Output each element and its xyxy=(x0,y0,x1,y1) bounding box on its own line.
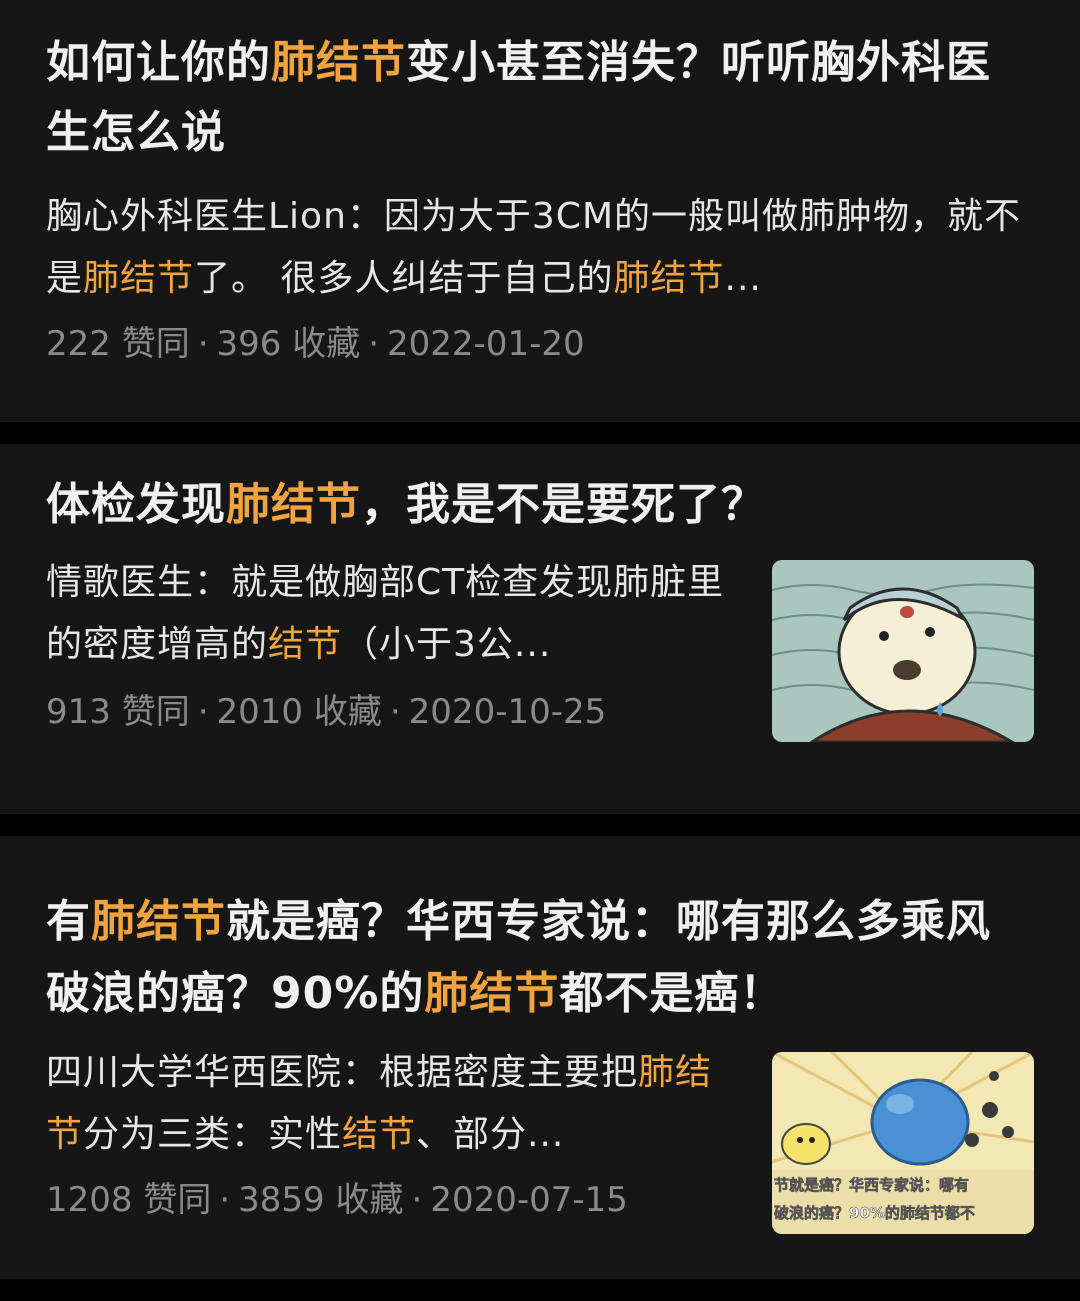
excerpt-highlight: 肺结节 xyxy=(83,258,195,299)
title-text: 都不是癌！ xyxy=(559,968,785,1019)
item-title[interactable]: 有肺结节就是癌？华西专家说：哪有那么多乘风破浪的癌？90%的肺结节都不是癌！ xyxy=(46,886,1034,1030)
item-meta: 1208 赞同 · 3859 收藏 · 2020-07-15 xyxy=(46,1172,746,1228)
title-highlight: 肺结节 xyxy=(226,479,361,530)
item-divider xyxy=(0,1279,1080,1301)
feed-item[interactable]: 体检发现肺结节，我是不是要死了？ 情歌医生：就是做胸部CT检查发现肺脏里的密度增… xyxy=(0,444,1080,814)
excerpt-text: 四川大学华西医院：根据密度主要把 xyxy=(46,1052,639,1093)
answer-feed: 如何让你的肺结节变小甚至消失？听听胸外科医生怎么说 胸心外科医生Lion：因为大… xyxy=(0,0,1080,1301)
thumbnail-caption-line: 破浪的癌？90%的肺结节都不 xyxy=(774,1204,975,1222)
item-divider xyxy=(0,422,1080,444)
excerpt-text: 、部分... xyxy=(416,1114,565,1155)
item-meta: 222 赞同 · 396 收藏 · 2022-01-20 xyxy=(46,316,1034,372)
meta-separator: · xyxy=(368,324,380,364)
excerpt-text: 分为三类：实性 xyxy=(83,1114,343,1155)
likes-count: 913 赞同 xyxy=(46,692,190,732)
excerpt-highlight: 结节 xyxy=(268,624,343,665)
meta-separator: · xyxy=(197,692,209,732)
likes-count: 1208 赞同 xyxy=(46,1180,212,1220)
meta-separator: · xyxy=(389,692,401,732)
cartoon-character-image xyxy=(772,560,1034,742)
excerpt-text: ... xyxy=(724,258,762,299)
item-meta: 913 赞同 · 2010 收藏 · 2020-10-25 xyxy=(46,684,746,740)
excerpt-text: 了。 很多人纠结于自己的 xyxy=(194,258,614,299)
thumbnail-caption-line: 节就是癌？华西专家说：哪有 xyxy=(774,1176,969,1194)
meta-separator: · xyxy=(197,324,209,364)
meta-separator: · xyxy=(411,1180,423,1220)
item-excerpt[interactable]: 胸心外科医生Lion：因为大于3CM的一般叫做肺肿物，就不是肺结节了。 很多人纠… xyxy=(46,186,1034,310)
title-text: ，我是不是要死了？ xyxy=(361,479,766,530)
item-title[interactable]: 体检发现肺结节，我是不是要死了？ xyxy=(46,470,1034,540)
favorites-count: 2010 收藏 xyxy=(216,692,382,732)
excerpt-text: （小于3公... xyxy=(342,624,552,665)
title-text: 体检发现 xyxy=(46,479,226,530)
item-thumbnail[interactable]: 节就是癌？华西专家说：哪有 破浪的癌？90%的肺结节都不 xyxy=(772,1052,1034,1234)
likes-count: 222 赞同 xyxy=(46,324,190,364)
cartoon-lung-nodule-image: 节就是癌？华西专家说：哪有 破浪的癌？90%的肺结节都不 xyxy=(772,1052,1034,1234)
title-text: 有 xyxy=(46,896,91,947)
feed-item[interactable]: 如何让你的肺结节变小甚至消失？听听胸外科医生怎么说 胸心外科医生Lion：因为大… xyxy=(0,0,1080,422)
item-divider xyxy=(0,814,1080,836)
excerpt-highlight: 结节 xyxy=(342,1114,417,1155)
title-highlight: 肺结节 xyxy=(424,968,560,1019)
publish-date: 2020-07-15 xyxy=(430,1180,628,1220)
favorites-count: 396 收藏 xyxy=(216,324,361,364)
title-highlight: 肺结节 xyxy=(91,896,226,947)
title-highlight: 肺结节 xyxy=(271,37,406,88)
item-excerpt[interactable]: 情歌医生：就是做胸部CT检查发现肺脏里的密度增高的结节（小于3公... xyxy=(46,552,746,676)
publish-date: 2022-01-20 xyxy=(387,324,585,364)
feed-item[interactable]: 有肺结节就是癌？华西专家说：哪有那么多乘风破浪的癌？90%的肺结节都不是癌！ 四… xyxy=(0,836,1080,1279)
publish-date: 2020-10-25 xyxy=(408,692,607,732)
item-thumbnail[interactable] xyxy=(772,560,1034,742)
item-excerpt[interactable]: 四川大学华西医院：根据密度主要把肺结节分为三类：实性结节、部分... xyxy=(46,1042,746,1166)
meta-separator: · xyxy=(219,1180,231,1220)
item-title[interactable]: 如何让你的肺结节变小甚至消失？听听胸外科医生怎么说 xyxy=(46,28,1034,168)
excerpt-highlight: 肺结节 xyxy=(613,258,725,299)
title-text: 如何让你的 xyxy=(46,37,271,88)
favorites-count: 3859 收藏 xyxy=(238,1180,404,1220)
